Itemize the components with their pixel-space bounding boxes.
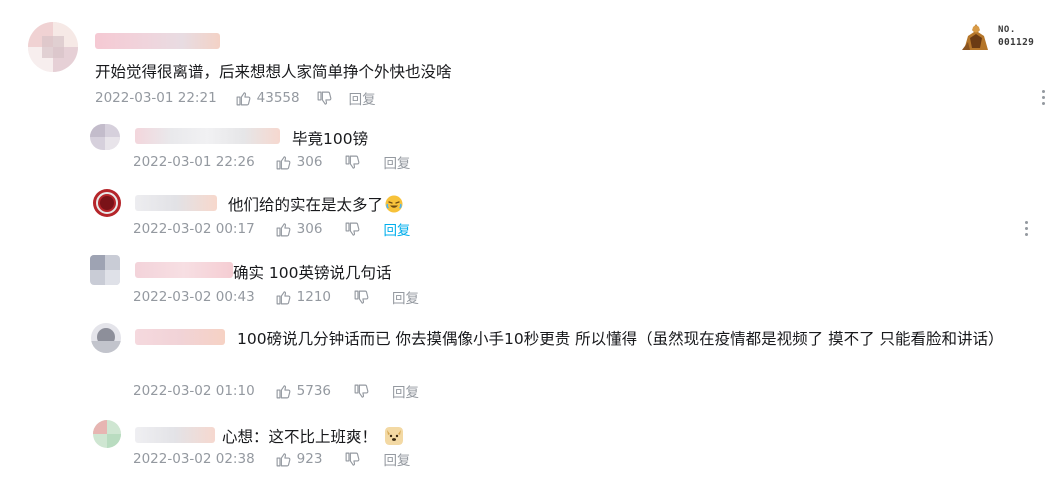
reply-text: 他们给的实在是太多了 xyxy=(228,193,403,215)
character-figure-icon xyxy=(962,24,988,50)
more-options-button[interactable] xyxy=(1024,221,1028,237)
reply-button[interactable]: 回复 xyxy=(383,449,410,469)
badge-no-label: NO. xyxy=(998,25,1016,35)
like-button[interactable]: 43558 xyxy=(235,90,300,107)
badge-number: 001129 xyxy=(998,37,1035,48)
laughing-tears-emoji xyxy=(385,195,403,213)
reply-date: 2022-03-02 00:17 xyxy=(133,221,255,237)
reply-meta: 2022-03-02 00:17 306 回复 xyxy=(133,219,410,239)
username-blurred[interactable] xyxy=(95,33,220,49)
reply-text: 100磅说几分钟话而已 你去摸偶像小手10秒更贵 所以懂得（虽然现在疫情都是视频… xyxy=(237,330,1004,348)
reply-text-body: 他们给的实在是太多了 xyxy=(228,196,384,214)
reply-username-blurred[interactable] xyxy=(135,262,233,278)
thumbs-up-icon xyxy=(236,91,251,105)
thumbs-down-icon xyxy=(354,384,369,398)
reply-meta: 2022-03-02 01:10 5736 回复 xyxy=(133,381,419,401)
like-button[interactable]: 1210 xyxy=(275,289,331,306)
reply-avatar[interactable] xyxy=(90,255,120,285)
like-button[interactable]: 306 xyxy=(275,221,323,238)
reply-button[interactable]: 回复 xyxy=(392,287,419,307)
like-count: 5736 xyxy=(296,383,332,399)
dislike-button[interactable] xyxy=(344,221,361,238)
reply-username-blurred[interactable] xyxy=(135,195,217,211)
like-button[interactable]: 5736 xyxy=(275,383,331,400)
dislike-button[interactable] xyxy=(344,154,361,171)
thumbs-up-icon xyxy=(276,384,291,398)
reply-meta: 2022-03-02 02:38 923 回复 xyxy=(133,449,410,469)
reply-avatar[interactable] xyxy=(91,323,121,353)
like-count: 43558 xyxy=(256,90,300,106)
reply-date: 2022-03-01 22:26 xyxy=(133,154,255,170)
doge-emoji xyxy=(385,427,404,445)
reply-button[interactable]: 回复 xyxy=(383,219,410,239)
thumbs-down-icon xyxy=(317,91,331,105)
thumbs-up-icon xyxy=(276,452,291,466)
like-button[interactable]: 306 xyxy=(275,154,323,171)
thumbs-down-icon xyxy=(345,222,360,236)
dislike-button[interactable] xyxy=(353,383,370,400)
thumbs-up-icon xyxy=(276,290,291,304)
reply-date: 2022-03-02 01:10 xyxy=(133,383,255,399)
reply-avatar[interactable] xyxy=(90,124,120,150)
thumbs-down-icon xyxy=(345,452,360,466)
dislike-button[interactable] xyxy=(316,90,333,107)
reply-avatar[interactable] xyxy=(93,189,121,217)
reply-username-blurred[interactable] xyxy=(135,128,280,144)
comment-meta: 2022-03-01 22:21 43558 回复 xyxy=(95,88,376,108)
reply-date: 2022-03-02 00:43 xyxy=(133,289,255,305)
thumbs-down-icon xyxy=(354,290,369,304)
dislike-button[interactable] xyxy=(353,289,370,306)
reply-avatar[interactable] xyxy=(93,420,121,448)
like-button[interactable]: 923 xyxy=(275,451,323,468)
thumbs-up-icon xyxy=(276,222,291,236)
fan-badge: NO. 001129 xyxy=(958,22,1038,52)
like-count: 306 xyxy=(296,154,323,170)
dislike-button[interactable] xyxy=(344,451,361,468)
like-count: 1210 xyxy=(296,289,332,305)
thumbs-up-icon xyxy=(276,155,291,169)
reply-button[interactable]: 回复 xyxy=(349,88,376,108)
reply-text-body: 心想：这不比上班爽！ xyxy=(222,428,378,446)
reply-meta: 2022-03-02 00:43 1210 回复 xyxy=(133,287,419,307)
comment-text: 开始觉得很离谱，后来想想人家简单挣个外快也没啥 xyxy=(95,63,452,81)
reply-button[interactable]: 回复 xyxy=(383,152,410,172)
reply-text: 心想：这不比上班爽！ xyxy=(222,425,404,447)
reply-username-blurred[interactable] xyxy=(135,427,215,443)
reply-date: 2022-03-02 02:38 xyxy=(133,451,255,467)
reply-meta: 2022-03-01 22:26 306 回复 xyxy=(133,152,410,172)
reply-text: 毕竟100镑 xyxy=(292,130,369,148)
reply-text: 确实 100英镑说几句话 xyxy=(233,264,392,282)
like-count: 923 xyxy=(296,451,323,467)
avatar[interactable] xyxy=(28,22,78,72)
reply-button[interactable]: 回复 xyxy=(392,381,419,401)
like-count: 306 xyxy=(296,221,323,237)
more-options-button[interactable] xyxy=(1041,90,1045,106)
thumbs-down-icon xyxy=(345,155,360,169)
comment-date: 2022-03-01 22:21 xyxy=(95,90,217,106)
